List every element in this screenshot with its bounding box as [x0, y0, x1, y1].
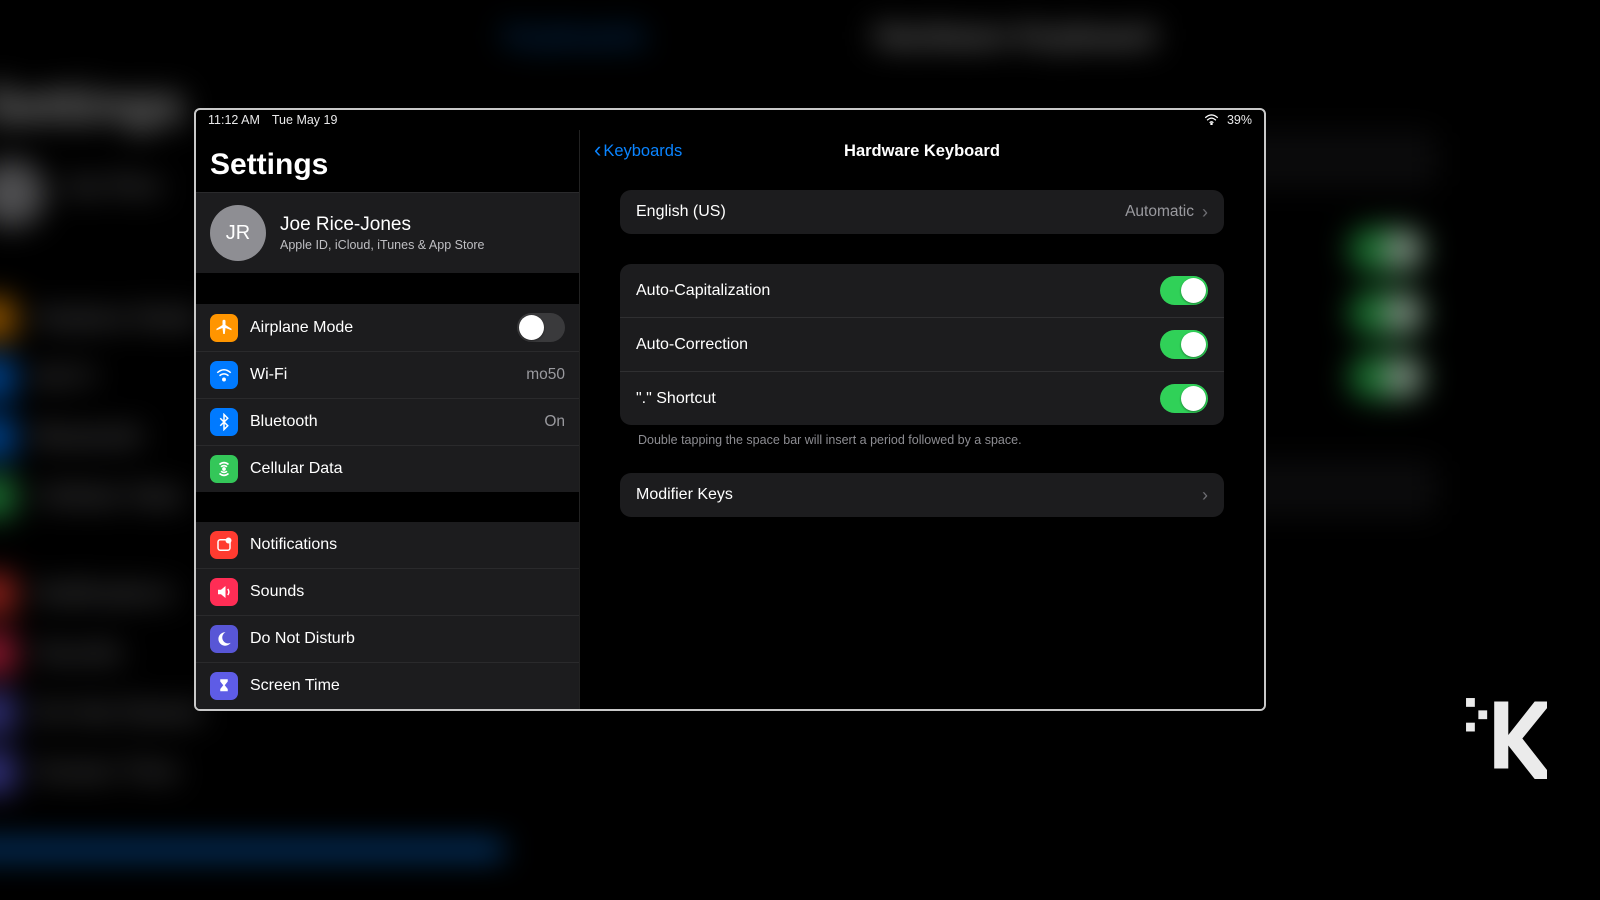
sidebar-item-label: Notifications: [250, 536, 565, 554]
wifi-row-icon: [210, 361, 238, 389]
sidebar-item-label: Screen Time: [250, 677, 565, 695]
status-bar: 11:12 AM Tue May 19 39%: [196, 110, 1264, 130]
detail-pane: ‹ Keyboards Hardware Keyboard English (U…: [580, 130, 1264, 709]
sidebar-item-label: Wi-Fi: [250, 366, 514, 384]
period-shortcut-toggle[interactable]: [1160, 384, 1208, 413]
bluetooth-value: On: [544, 413, 565, 431]
sidebar-item-airplane-mode[interactable]: Airplane Mode: [196, 304, 579, 352]
toggle-label: Auto-Capitalization: [636, 282, 770, 300]
airplane-mode-toggle[interactable]: [517, 313, 565, 342]
chevron-right-icon: ›: [1202, 203, 1208, 221]
sidebar-item-label: Cellular Data: [250, 460, 565, 478]
profile-subtitle: Apple ID, iCloud, iTunes & App Store: [280, 238, 485, 252]
auto-correction-row: Auto-Correction: [620, 317, 1224, 371]
sidebar-item-notifications[interactable]: Notifications: [196, 522, 579, 569]
sidebar-item-screen-time[interactable]: Screen Time: [196, 663, 579, 709]
sidebar-item-bluetooth[interactable]: Bluetooth On: [196, 399, 579, 446]
auto-capitalization-row: Auto-Capitalization: [620, 264, 1224, 317]
shortcut-footnote: Double tapping the space bar will insert…: [620, 425, 1224, 447]
wifi-icon: [1204, 114, 1219, 126]
sounds-icon: [210, 578, 238, 606]
sidebar-item-dnd[interactable]: Do Not Disturb: [196, 616, 579, 663]
modifier-keys-row[interactable]: Modifier Keys ›: [620, 473, 1224, 517]
ipad-frame: 11:12 AM Tue May 19 39% Settings JR Joe …: [194, 108, 1266, 711]
wifi-value: mo50: [526, 366, 565, 384]
status-date: Tue May 19: [272, 113, 338, 127]
sidebar-item-sounds[interactable]: Sounds: [196, 569, 579, 616]
modifier-label: Modifier Keys: [636, 486, 733, 504]
toggle-label: Auto-Correction: [636, 336, 748, 354]
sidebar-item-label: Airplane Mode: [250, 319, 505, 337]
profile-name: Joe Rice-Jones: [280, 214, 485, 236]
language-label: English (US): [636, 203, 726, 221]
sidebar-item-label: Bluetooth: [250, 413, 532, 431]
sidebar-item-label: Sounds: [250, 583, 565, 601]
airplane-icon: [210, 314, 238, 342]
language-value: Automatic: [1125, 203, 1194, 221]
auto-correction-toggle[interactable]: [1160, 330, 1208, 359]
bg-detail-title: Hardware Keyboard: [874, 20, 1154, 54]
toggles-card: Auto-Capitalization Auto-Correction "." …: [620, 264, 1224, 425]
chevron-right-icon: ›: [1202, 486, 1208, 504]
status-time: 11:12 AM: [208, 113, 260, 127]
chevron-left-icon: ‹: [594, 139, 601, 161]
sidebar-group-connectivity: Airplane Mode Wi-Fi mo50 Bluetooth On: [196, 304, 579, 492]
notifications-icon: [210, 531, 238, 559]
bg-back-label: Keyboards: [503, 20, 645, 54]
sidebar-item-cellular[interactable]: Cellular Data: [196, 446, 579, 492]
sidebar-group-alerts: Notifications Sounds Do Not Disturb: [196, 522, 579, 709]
apple-id-row[interactable]: JR Joe Rice-Jones Apple ID, iCloud, iTun…: [196, 192, 579, 274]
sidebar-item-label: Do Not Disturb: [250, 630, 565, 648]
period-shortcut-row: "." Shortcut: [620, 371, 1224, 425]
watermark-logo: [1458, 690, 1548, 780]
bg-settings-title: Settings: [0, 77, 185, 135]
avatar: JR: [210, 205, 266, 261]
sidebar-item-wifi[interactable]: Wi-Fi mo50: [196, 352, 579, 399]
status-battery: 39%: [1227, 113, 1252, 127]
modifier-card: Modifier Keys ›: [620, 473, 1224, 517]
language-row[interactable]: English (US) Automatic ›: [620, 190, 1224, 234]
language-card: English (US) Automatic ›: [620, 190, 1224, 234]
auto-capitalization-toggle[interactable]: [1160, 276, 1208, 305]
back-label: Keyboards: [603, 142, 682, 161]
moon-icon: [210, 625, 238, 653]
hourglass-icon: [210, 672, 238, 700]
bluetooth-icon: [210, 408, 238, 436]
toggle-label: "." Shortcut: [636, 390, 716, 408]
settings-sidebar: Settings JR Joe Rice-Jones Apple ID, iCl…: [196, 130, 580, 709]
detail-title: Hardware Keyboard: [580, 142, 1264, 161]
detail-navbar: ‹ Keyboards Hardware Keyboard: [580, 130, 1264, 172]
cellular-icon: [210, 455, 238, 483]
settings-title: Settings: [196, 130, 579, 192]
back-button[interactable]: ‹ Keyboards: [594, 140, 682, 162]
